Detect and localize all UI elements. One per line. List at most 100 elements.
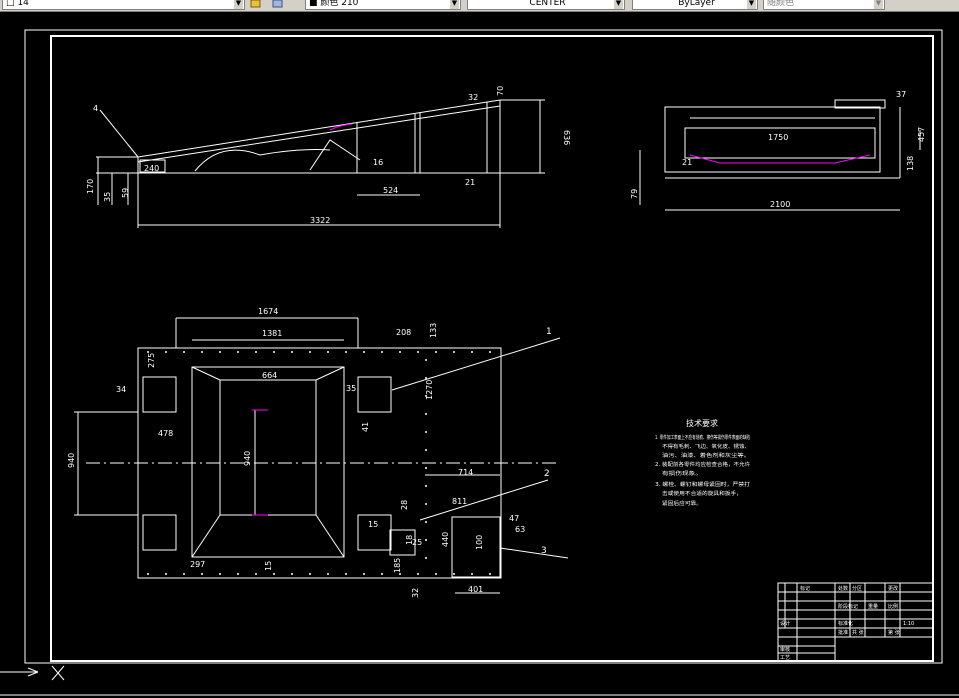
dim-label: 170 [86, 179, 95, 194]
bolt-hole [425, 503, 427, 505]
bolt-hole [425, 377, 427, 379]
notes-line: 1. 零件加工表面上不应有划痕、擦伤等损伤零件表面的缺陷 [655, 434, 750, 441]
color-dropdown[interactable]: ■ 颜色 210 ▼ [305, 0, 461, 10]
tb-cell: 重量 [868, 603, 878, 610]
bolt-hole [363, 573, 365, 575]
dim-label: 79 [630, 189, 639, 199]
bolt-hole [147, 573, 149, 575]
tb-cell: 更改 [888, 585, 898, 592]
notes-line: 2. 装配前各零件均应检查合格，不允许 [655, 461, 750, 468]
properties-toolbar: □ 14 ▼ ■ 颜色 210 ▼ CENTER ▼ ByLayer ▼ 随颜色… [0, 0, 959, 12]
bolt-hole [453, 573, 455, 575]
bolt-hole [309, 351, 311, 353]
bolt-hole [489, 573, 491, 575]
plan-view-points [147, 351, 491, 575]
dim-label: 63 [515, 525, 525, 534]
bolt-hole [471, 351, 473, 353]
tb-cell: 设计 [780, 620, 790, 627]
notes-line: 不得有毛刺、飞边、氧化皮、锈蚀、 [662, 443, 750, 450]
dim-label: 664 [262, 371, 277, 380]
chevron-down-icon[interactable]: ▼ [614, 0, 623, 9]
dim-label: 28 [400, 500, 409, 510]
plotstyle-value: 随颜色 [767, 0, 795, 8]
linetype-dropdown[interactable]: CENTER ▼ [467, 0, 625, 10]
notes-line: 紧固后应可靠。 [662, 500, 702, 507]
dim-label: 34 [116, 385, 126, 394]
chevron-down-icon[interactable]: ▼ [450, 0, 459, 9]
bolt-hole [183, 573, 185, 575]
tb-cell: 工艺 [780, 655, 790, 661]
plotstyle-dropdown[interactable]: 随颜色 ▼ [763, 0, 885, 10]
bolt-hole [255, 351, 257, 353]
bolt-hole [425, 467, 427, 469]
notes-title: 技术要求 [686, 418, 718, 428]
bolt-hole [219, 351, 221, 353]
bolt-hole [165, 573, 167, 575]
dim-label: 41 [361, 422, 370, 432]
tb-cell: 标记 [800, 585, 810, 592]
bolt-hole [471, 573, 473, 575]
callout-label: 2 [544, 469, 550, 479]
lineweight-dropdown[interactable]: ByLayer ▼ [632, 0, 758, 10]
notes-line: 有损伤现象。 [662, 470, 702, 477]
dim-label: 70 [496, 86, 505, 96]
plan-view-dims: 1674 1381 208 133 275 34 664 35 41 1270 … [67, 307, 552, 598]
dim-label: 15 [264, 561, 273, 571]
ucs-icon [0, 665, 65, 681]
bolt-hole [327, 351, 329, 353]
drawing-canvas[interactable]: 4 32 70 636 240 16 524 21 170 35 59 3322… [0, 12, 959, 698]
tb-cell: 共 张 [852, 629, 864, 636]
tb-cell: 处数 [838, 585, 848, 592]
bolt-hole [237, 351, 239, 353]
bolt-hole [425, 485, 427, 487]
lineweight-value: ByLayer [678, 0, 715, 8]
layer-previous-icon[interactable] [272, 0, 284, 9]
dim-label: 35 [346, 384, 356, 393]
tb-cell: 批准 [838, 629, 848, 636]
bolt-hole [147, 351, 149, 353]
bolt-hole [345, 351, 347, 353]
dim-label: 1381 [262, 329, 282, 338]
tb-cell: 第 张 [888, 629, 900, 636]
bolt-hole [425, 521, 427, 523]
dim-label: 240 [144, 164, 159, 173]
bolt-hole [345, 573, 347, 575]
dim-label: 714 [458, 468, 473, 477]
layer-dropdown[interactable]: □ 14 ▼ [2, 0, 245, 10]
dim-label: 2100 [770, 200, 790, 209]
bolt-hole [425, 539, 427, 541]
dim-label: 15 [368, 520, 378, 529]
dim-label: 32 [411, 588, 420, 598]
dim-label: 1750 [768, 133, 788, 142]
bolt-hole [381, 351, 383, 353]
chevron-down-icon[interactable]: ▼ [234, 0, 243, 9]
side-view [96, 99, 545, 228]
bolt-hole [219, 573, 221, 575]
dim-label: 1674 [258, 307, 278, 316]
bolt-hole [183, 351, 185, 353]
bolt-hole [309, 573, 311, 575]
bolt-hole [425, 557, 427, 559]
layer-manager-icon[interactable] [250, 0, 262, 9]
callout-label: 1 [546, 327, 552, 337]
bolt-hole [363, 351, 365, 353]
dim-label: 16 [373, 158, 383, 167]
chevron-down-icon[interactable]: ▼ [747, 0, 756, 9]
bolt-hole [417, 573, 419, 575]
bolt-hole [255, 573, 257, 575]
bolt-hole [291, 573, 293, 575]
dim-label: 25 [412, 538, 422, 547]
dim-label: 457 [917, 127, 926, 142]
bolt-hole [273, 351, 275, 353]
notes-line: 击或使用不合适的旋具和扳手， [662, 490, 742, 497]
dim-label: 440 [441, 532, 450, 547]
layer-value: □ 14 [6, 0, 29, 8]
chevron-down-icon[interactable]: ▼ [874, 0, 883, 9]
bolt-hole [425, 431, 427, 433]
dim-label: 59 [121, 188, 130, 198]
dim-label: 636 [562, 130, 571, 145]
dim-label: 47 [509, 514, 519, 523]
dim-label: 940 [243, 451, 252, 466]
bolt-hole [327, 573, 329, 575]
dim-label: 940 [67, 453, 76, 468]
